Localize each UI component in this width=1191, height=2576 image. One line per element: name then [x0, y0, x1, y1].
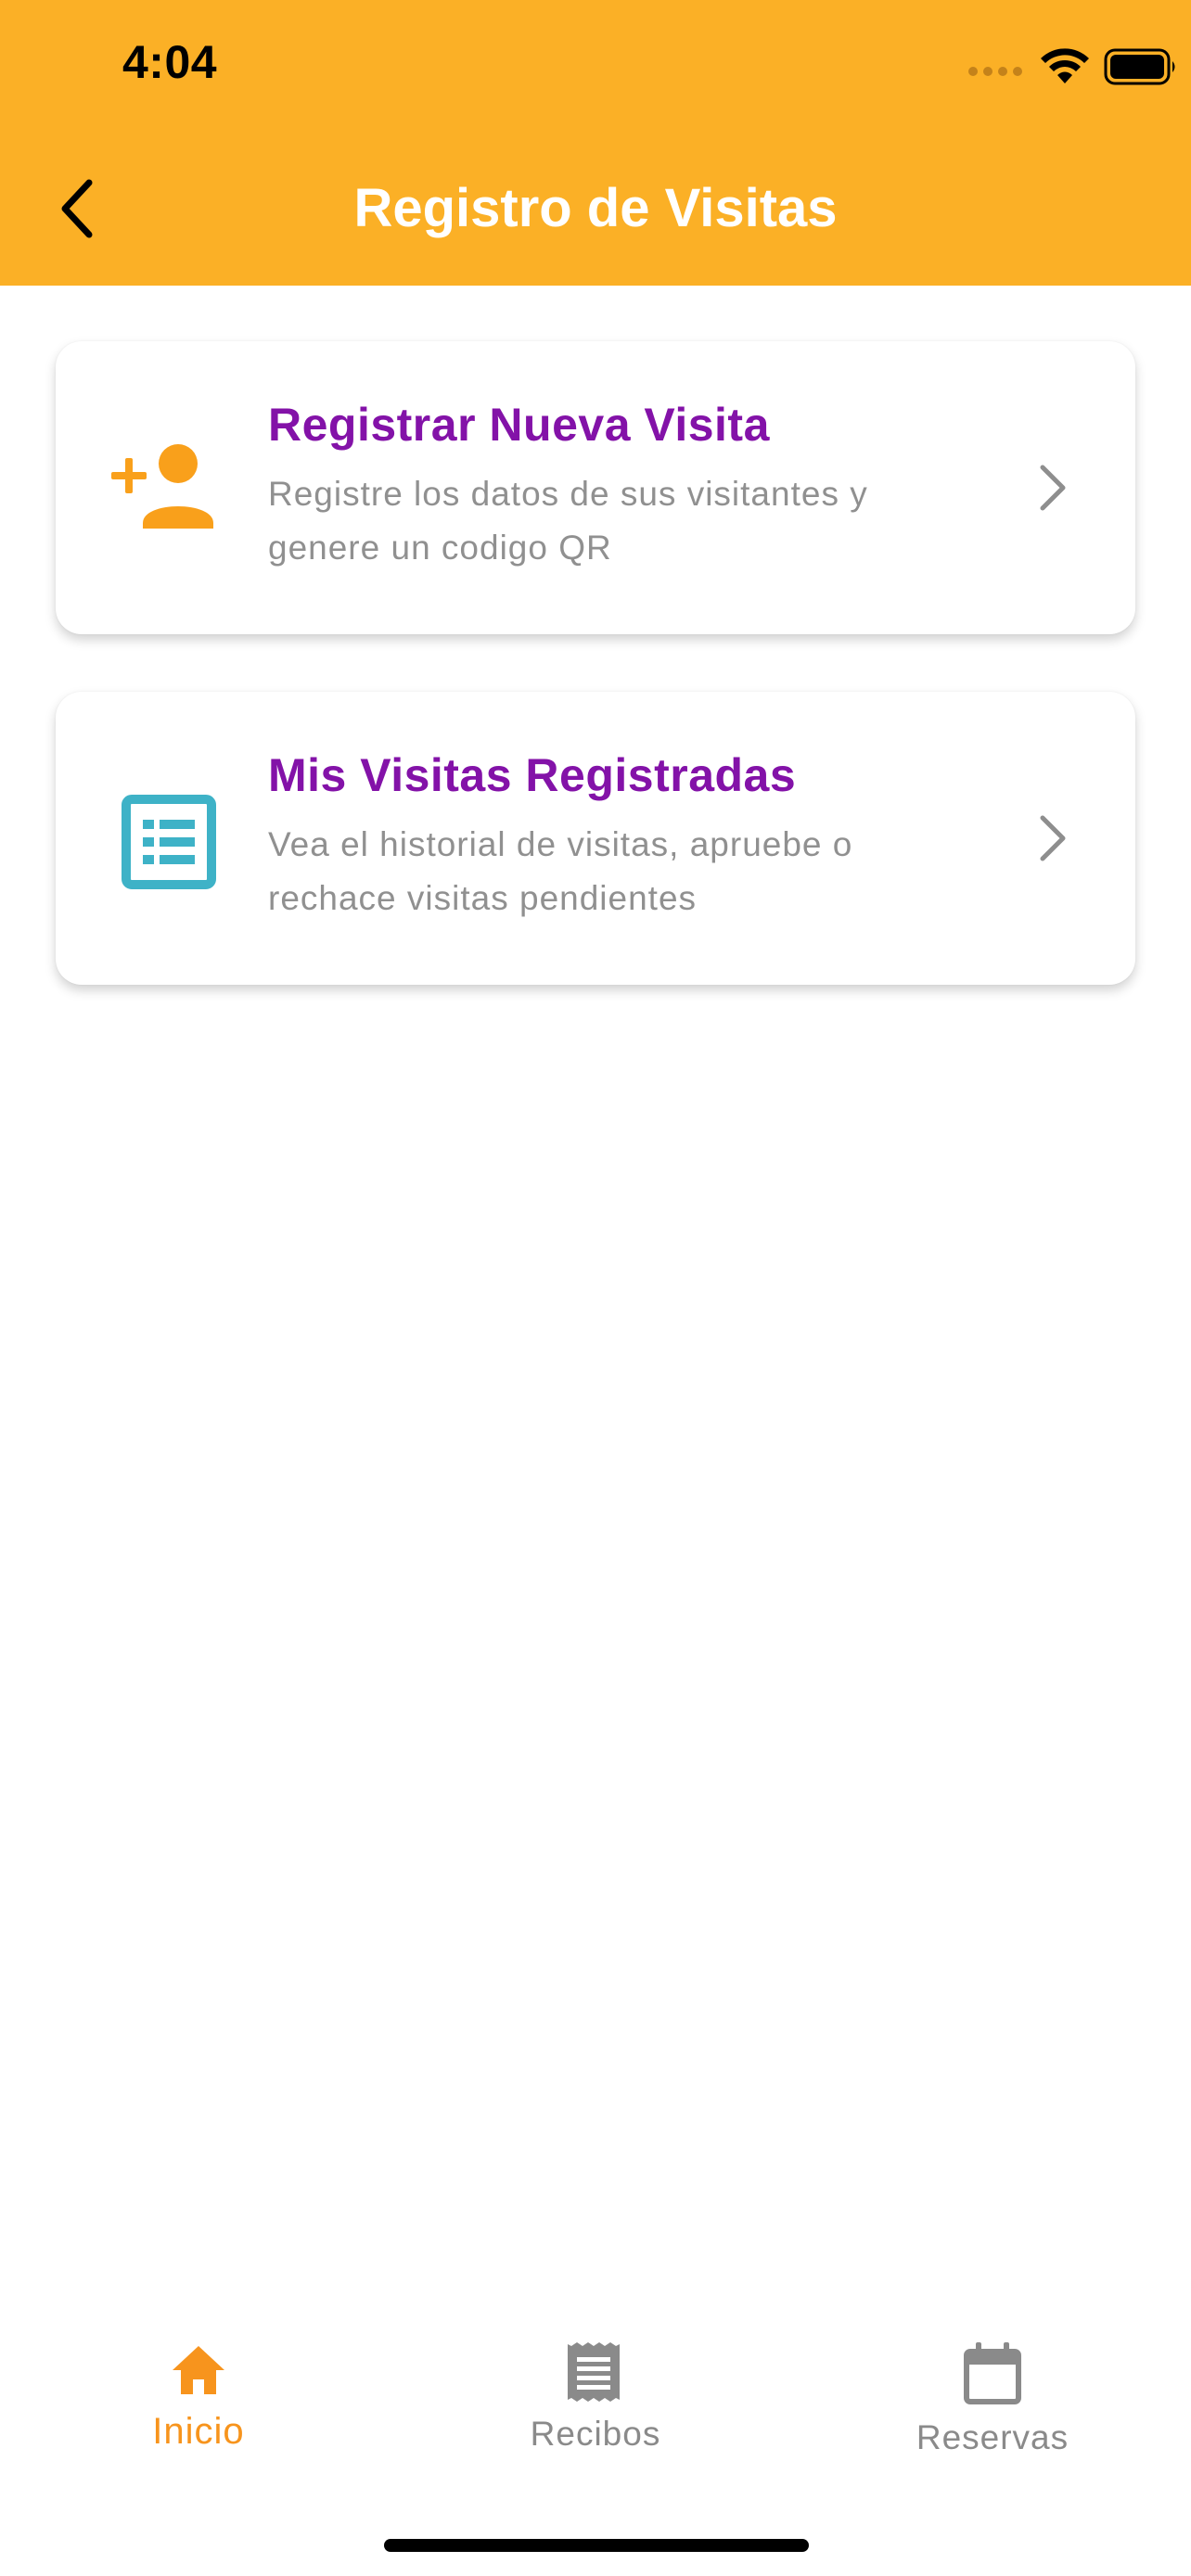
card-title: Registrar Nueva Visita — [268, 399, 770, 451]
home-indicator[interactable] — [384, 2539, 809, 2552]
chevron-right-icon — [1033, 460, 1070, 516]
wifi-icon — [1041, 48, 1089, 83]
bottom-tab-bar: Inicio Recibos Reservas — [0, 2315, 1191, 2576]
cellular-signal-icon — [968, 67, 1022, 76]
person-add-icon — [111, 434, 226, 549]
register-new-visit-card[interactable]: Registrar Nueva Visita Registre los dato… — [56, 341, 1135, 634]
status-time: 4:04 — [122, 36, 218, 88]
tab-inicio[interactable]: Inicio — [59, 2342, 338, 2481]
header-bar: 4:04 Registro de Visitas — [0, 0, 1191, 286]
card-description: Registre los datos de sus visitantes y g… — [268, 475, 868, 567]
tab-recibos[interactable]: Recibos — [456, 2342, 735, 2481]
battery-icon — [1104, 48, 1175, 85]
list-icon — [111, 784, 226, 899]
receipt-icon — [568, 2342, 620, 2402]
card-title: Mis Visitas Registradas — [268, 749, 797, 801]
my-registered-visits-card[interactable]: Mis Visitas Registradas Vea el historial… — [56, 692, 1135, 985]
chevron-right-icon — [1033, 810, 1070, 866]
calendar-icon — [964, 2342, 1021, 2404]
tab-label: Recibos — [530, 2415, 661, 2453]
tab-reservas[interactable]: Reservas — [853, 2342, 1132, 2481]
page-title: Registro de Visitas — [353, 178, 838, 238]
tab-label: Inicio — [152, 2411, 245, 2452]
home-icon — [173, 2346, 224, 2394]
card-description: Vea el historial de visitas, apruebe o r… — [268, 825, 853, 917]
tab-label: Reservas — [916, 2418, 1069, 2456]
